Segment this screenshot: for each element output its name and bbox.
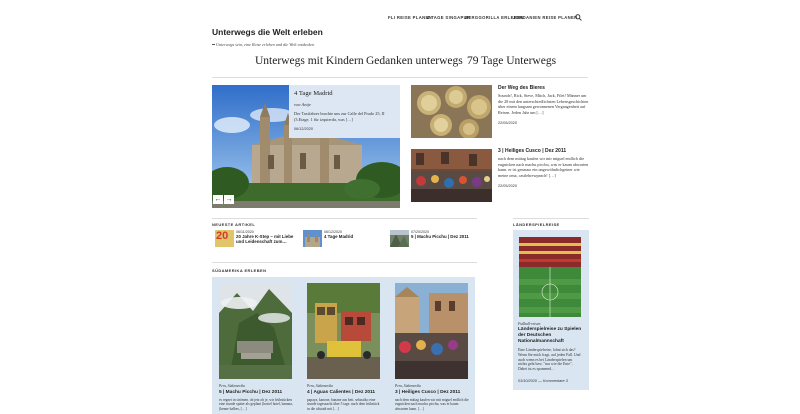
divider: [212, 218, 477, 219]
sidebar-image-stadium[interactable]: [519, 237, 581, 317]
divider: [513, 218, 589, 219]
card-category[interactable]: Peru, Südamerika: [219, 384, 245, 388]
sidepost-title[interactable]: Der Weg des Bieres: [498, 85, 590, 91]
card-title[interactable]: 4 | Aguas Calientes | Dez 2011: [307, 390, 375, 395]
mainnav-item-gedanken[interactable]: Gedanken unterwegs: [366, 55, 463, 67]
newest-item-1: 06/11/2020 20 Jahre K-Step – mit Liebe u…: [236, 230, 294, 244]
mainnav-item-kinder[interactable]: Unterwegs mit Kindern: [255, 55, 364, 67]
newest-heading: NEUESTE ARTIKEL: [212, 222, 256, 227]
sidebar-title[interactable]: Länderspielreise zu Spielen der Deutsche…: [518, 327, 584, 345]
sidepost-image-cusco[interactable]: [411, 149, 492, 202]
card-category[interactable]: Peru, Südamerika: [395, 384, 421, 388]
card-category[interactable]: Peru, Südamerika: [307, 384, 333, 388]
arrow-left-icon: ←: [214, 196, 222, 203]
divider: [212, 77, 588, 78]
site-tagline: Unterwegs sein, eine Reise erleben und d…: [216, 42, 315, 47]
topnav-link-4[interactable]: JORDANIEN REISE PLANEN: [513, 15, 577, 20]
arrow-right-icon: →: [225, 196, 233, 203]
sidepost-excerpt: Sounds!, Rick, Steve, Mitch, Jack, Filet…: [498, 93, 589, 115]
sidepost-image-beer[interactable]: [411, 85, 492, 138]
featured-author: von Antje: [294, 102, 312, 107]
mainnav-item-79tage[interactable]: 79 Tage Unterwegs: [467, 55, 556, 67]
card-image[interactable]: [219, 283, 292, 379]
featured-caption[interactable]: 4 Tage Madrid von Antje Der Taxifahrer b…: [289, 85, 400, 138]
newest-item-3: 07/20/2020 5 | Machu Picchu | Dez 2011: [411, 230, 477, 239]
card-excerpt: nach dem mittag kaufen wir mit miguel en…: [395, 398, 469, 411]
sidepost-2: 3 | Heiliges Cusco | Dez 2011 nach dem m…: [498, 148, 590, 188]
newest-title[interactable]: 20 Jahre K-Step – mit Liebe und Leidensc…: [236, 234, 294, 244]
card-excerpt: papaya, kanone, banane aus bett. sebasti…: [307, 398, 380, 411]
sidebar-heading: LÄNDERSPIELREISE: [513, 222, 560, 227]
sidepost-1: Der Weg des Bieres Sounds!, Rick, Steve,…: [498, 85, 590, 125]
southamerica-card-3[interactable]: Peru, Südamerika 3 | Heiliges Cusco | De…: [388, 277, 475, 414]
sidepost-date: 22/05/2020: [498, 184, 518, 188]
sidebar-category[interactable]: Fußball-reisen: [518, 322, 540, 326]
slider-prev-button[interactable]: ←: [213, 195, 223, 204]
newest-thumb-2[interactable]: [303, 230, 322, 247]
southamerica-card-2[interactable]: Peru, Südamerika 4 | Aguas Calientes | D…: [300, 277, 387, 414]
site-title[interactable]: Unterwegs die Welt erleben: [212, 27, 323, 37]
sidebar-excerpt: Eine Länderspielreise, lohnt sich das? W…: [518, 348, 581, 372]
card-title[interactable]: 5 | Machu Picchu | Dez 2011: [219, 390, 282, 395]
newest-title[interactable]: 5 | Machu Picchu | Dez 2011: [411, 234, 477, 239]
featured-date: 06/12/2020: [294, 127, 314, 131]
newest-thumb-1[interactable]: 20: [215, 230, 234, 247]
newest-title[interactable]: 4 Tage Madrid: [324, 234, 382, 239]
search-icon[interactable]: [575, 14, 582, 21]
sidepost-excerpt: nach dem mittag kaufen wir mir miguel en…: [498, 156, 589, 178]
newest-thumb-3[interactable]: [390, 230, 409, 247]
card-image[interactable]: [307, 283, 380, 379]
featured-excerpt: Der Taxifahrer brachte uns zur Calle del…: [294, 111, 385, 122]
sidebar-date: 03/10/2020: [518, 379, 538, 383]
slider-next-button[interactable]: →: [224, 195, 234, 204]
southamerica-heading: SÜDAMERIKA ERLEBEN: [212, 268, 267, 273]
featured-title[interactable]: 4 Tage Madrid: [294, 90, 395, 97]
newest-item-2: 06/12/2020 4 Tage Madrid: [324, 230, 382, 239]
sidebar-meta: 03/10/2020 — Kommentare 3: [518, 379, 568, 383]
divider: [212, 262, 477, 263]
tagline-dash: [212, 44, 215, 45]
topnav-link-1[interactable]: FLI REISE PLANEN: [388, 15, 432, 20]
card-excerpt: es regnet in strömen. ob jetz ob je, wir…: [219, 398, 293, 411]
card-image[interactable]: [395, 283, 468, 379]
topnav-link-2[interactable]: 4 TAGE SINGAPUR: [427, 15, 470, 20]
southamerica-card-1[interactable]: Peru, Südamerika 5 | Machu Picchu | Dez …: [212, 277, 299, 414]
card-title[interactable]: 3 | Heiliges Cusco | Dez 2011: [395, 390, 460, 395]
sidepost-title[interactable]: 3 | Heiliges Cusco | Dez 2011: [498, 148, 590, 154]
sidebar-comments[interactable]: Kommentare 3: [543, 379, 568, 383]
sidepost-date: 22/05/2020: [498, 121, 518, 125]
